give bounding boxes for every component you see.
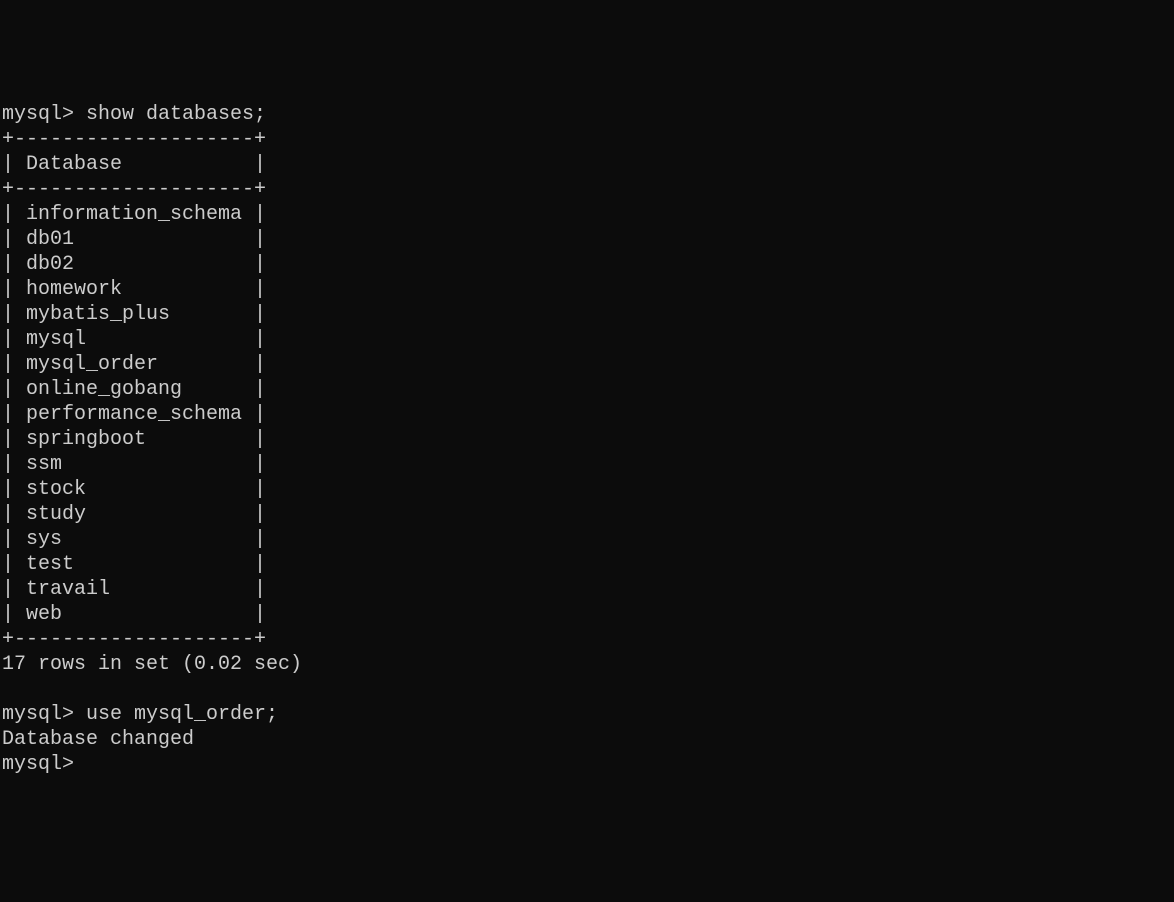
table-body: | information_schema | | db01 | | db02 |… — [2, 203, 266, 626]
response-db-changed: Database changed — [2, 728, 194, 751]
command-use-db: use mysql_order; — [86, 703, 278, 726]
table-border-mid: +--------------------+ — [2, 178, 266, 201]
prompt: mysql> — [2, 753, 74, 776]
table-border-bottom: +--------------------+ — [2, 628, 266, 651]
mysql-terminal[interactable]: mysql> show databases; +----------------… — [0, 100, 1174, 777]
result-summary: 17 rows in set (0.02 sec) — [2, 653, 302, 676]
command-show-databases: show databases; — [86, 103, 266, 126]
prompt: mysql> — [2, 703, 74, 726]
table-header-row: | Database | — [2, 153, 266, 176]
prompt: mysql> — [2, 103, 74, 126]
table-border-top: +--------------------+ — [2, 128, 266, 151]
